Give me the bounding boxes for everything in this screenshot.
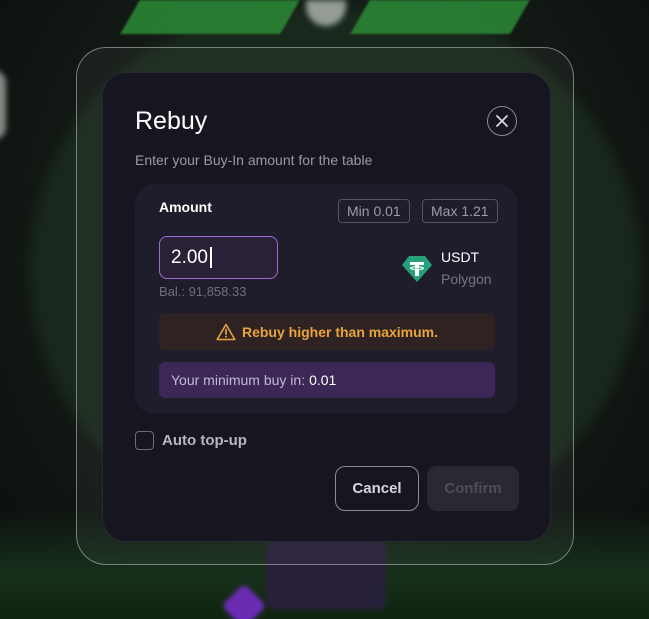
min-buyin-banner: Your minimum buy in: 0.01 [159,362,495,398]
table-left-seat [0,70,6,140]
text-caret [210,247,212,268]
auto-topup-checkbox[interactable] [135,431,154,450]
usdt-tether-icon [402,256,432,282]
warning-text: Rebuy higher than maximum. [241,323,439,340]
close-icon [496,115,508,127]
close-button[interactable] [487,106,517,136]
table-stripe-right [350,0,530,34]
amount-input[interactable] [159,236,278,279]
min-buyin-value: 0.01 [309,372,337,388]
min-chip[interactable]: Min 0.01 [338,199,410,223]
balance-text: Bal.: 91,858.33 [159,284,247,299]
rebuy-dialog: Rebuy Enter your Buy-In amount for the t… [102,72,551,542]
currency-name: USDT [441,249,480,265]
min-buyin-label: Your minimum buy in: [171,372,306,388]
max-warning-banner: Rebuy higher than maximum. [159,313,495,350]
amount-label: Amount [159,199,212,215]
currency-network: Polygon [441,271,492,287]
dialog-title: Rebuy [135,107,208,135]
warning-triangle-icon [216,323,236,340]
table-stripe-left [120,0,300,34]
amount-panel: Amount Min 0.01 Max 1.21 Bal.: 91,858.33… [135,184,518,414]
auto-topup-label[interactable]: Auto top-up [162,432,247,449]
confirm-button[interactable]: Confirm [427,466,519,511]
max-chip[interactable]: Max 1.21 [422,199,498,223]
cancel-button[interactable]: Cancel [335,466,419,511]
dialog-subtitle: Enter your Buy-In amount for the table [135,152,373,168]
